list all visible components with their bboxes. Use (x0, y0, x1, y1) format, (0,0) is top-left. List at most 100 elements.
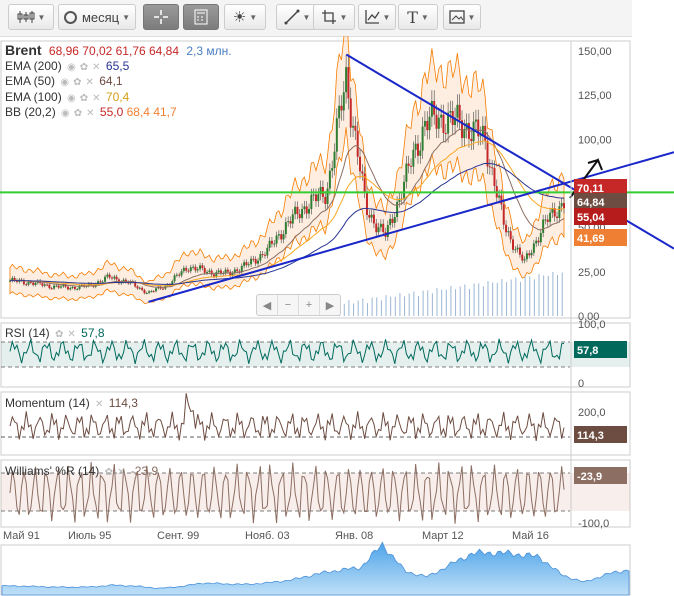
close-icon[interactable]: ✕ (117, 467, 125, 478)
shape-tool-button[interactable]: ▼ (313, 4, 355, 30)
candle-body (368, 215, 371, 218)
close-icon[interactable]: ✕ (85, 77, 93, 88)
candle-body (407, 163, 410, 166)
legend-williams: Williams' %R (14) ✿ ✕ -23,9 (5, 464, 158, 478)
volume-bar (376, 297, 378, 316)
period-button[interactable]: месяц ▼ (58, 4, 136, 30)
price-badge-label: 41,69 (577, 233, 605, 245)
volume-bar (427, 290, 429, 316)
candle-body (379, 223, 382, 228)
candle-body (243, 262, 246, 266)
candle-body (505, 224, 508, 233)
candle-body (194, 266, 197, 271)
bb-value-1: 55,0 (99, 105, 124, 119)
price-badge-label: 64,84 (577, 197, 605, 209)
ema100-value: 70,4 (105, 90, 130, 104)
price-badge-label: 55,04 (577, 212, 605, 224)
candle-body (138, 287, 141, 289)
x-tick-label: Май 91 (3, 530, 40, 542)
candle-body (532, 243, 535, 253)
candle-body (71, 286, 74, 288)
chart-type-button[interactable]: ▼ (358, 4, 396, 30)
candle-body (141, 287, 144, 290)
gear-icon[interactable]: ✿ (80, 93, 88, 104)
legend-ema50: EMA (50) ◉ ✿ ✕ 64,1 (5, 74, 123, 88)
close-icon[interactable]: ✕ (92, 93, 100, 104)
close-icon[interactable]: ✕ (67, 329, 75, 340)
legend-volume: 2,3 млн. (186, 44, 232, 58)
candle-body (41, 283, 44, 286)
image-button[interactable]: ▼ (443, 4, 481, 30)
candle-body (196, 269, 199, 271)
candle-body (393, 217, 396, 223)
indicators-icon: ☀ (232, 9, 247, 26)
momentum-label: Momentum (14) (5, 396, 90, 410)
volume-bar (459, 286, 461, 316)
eye-icon[interactable]: ◉ (61, 108, 70, 119)
candle-body (528, 253, 531, 256)
candle-body (386, 225, 389, 237)
candle-body (416, 143, 419, 156)
chart-style-button[interactable]: ▼ (8, 4, 54, 30)
candle-body (324, 196, 327, 204)
volume-bar (445, 289, 447, 316)
candle-body (275, 235, 278, 244)
volume-bar (496, 282, 498, 316)
indicators-button[interactable]: ☀ ▼ (224, 4, 266, 30)
eye-icon[interactable]: ◉ (60, 77, 69, 88)
volume-bar (441, 289, 443, 316)
candle-body (498, 195, 501, 198)
candle-body (563, 203, 565, 209)
close-icon[interactable]: ✕ (86, 108, 94, 119)
candle-body (277, 234, 280, 236)
candle-body (349, 98, 352, 128)
candle-body (486, 140, 489, 167)
gear-icon[interactable]: ✿ (55, 329, 63, 340)
candle-body (110, 277, 113, 279)
chart-area[interactable]: 150,00125,00100,0075,0050,0025,000,00100… (0, 36, 674, 596)
candle-body (558, 206, 561, 219)
crosshair-icon (154, 10, 168, 24)
scroll-left-icon[interactable]: ◀ (257, 295, 278, 315)
bb-value-2: 68,4 (126, 105, 150, 119)
ema200-value: 65,5 (105, 59, 130, 73)
eye-icon[interactable]: ◉ (67, 93, 76, 104)
candle-body (284, 222, 287, 235)
calculator-button[interactable] (183, 4, 219, 30)
y-tick-label: 100,00 (578, 134, 612, 146)
candle-body (391, 218, 394, 223)
candle-body (99, 281, 102, 283)
candle-body (412, 149, 415, 167)
gear-icon[interactable]: ✿ (73, 77, 81, 88)
gear-icon[interactable]: ✿ (80, 62, 88, 73)
zoom-in-icon[interactable]: + (299, 295, 320, 315)
candle-body (414, 143, 417, 150)
candle-body (27, 281, 30, 285)
shape-tool-icon (321, 10, 336, 24)
candle-body (516, 247, 519, 250)
candle-body (549, 212, 552, 222)
y-tick-label: 150,00 (578, 46, 612, 58)
line-tool-button[interactable]: ▼ (276, 4, 318, 30)
gear-icon[interactable]: ✿ (74, 108, 82, 119)
text-tool-button[interactable]: T ▼ (398, 4, 438, 30)
candle-body (29, 281, 32, 283)
candle-body (268, 240, 271, 248)
close-icon[interactable]: ✕ (92, 62, 100, 73)
zoom-out-icon[interactable]: − (278, 295, 299, 315)
candle-body (155, 288, 158, 292)
price-badge-label: 57,8 (577, 345, 598, 357)
eye-icon[interactable]: ◉ (67, 62, 76, 73)
candle-body (405, 163, 408, 182)
scroll-right-icon[interactable]: ▶ (320, 295, 340, 315)
candle-body (301, 209, 304, 219)
candle-body (479, 135, 482, 137)
gear-icon[interactable]: ✿ (105, 467, 113, 478)
volume-bar (343, 303, 345, 316)
crosshair-button[interactable] (143, 4, 179, 30)
candle-body (449, 111, 452, 113)
candle-body (556, 216, 559, 219)
rsi-label: RSI (14) (5, 326, 50, 340)
candle-body (189, 267, 192, 272)
close-icon[interactable]: ✕ (95, 399, 103, 410)
